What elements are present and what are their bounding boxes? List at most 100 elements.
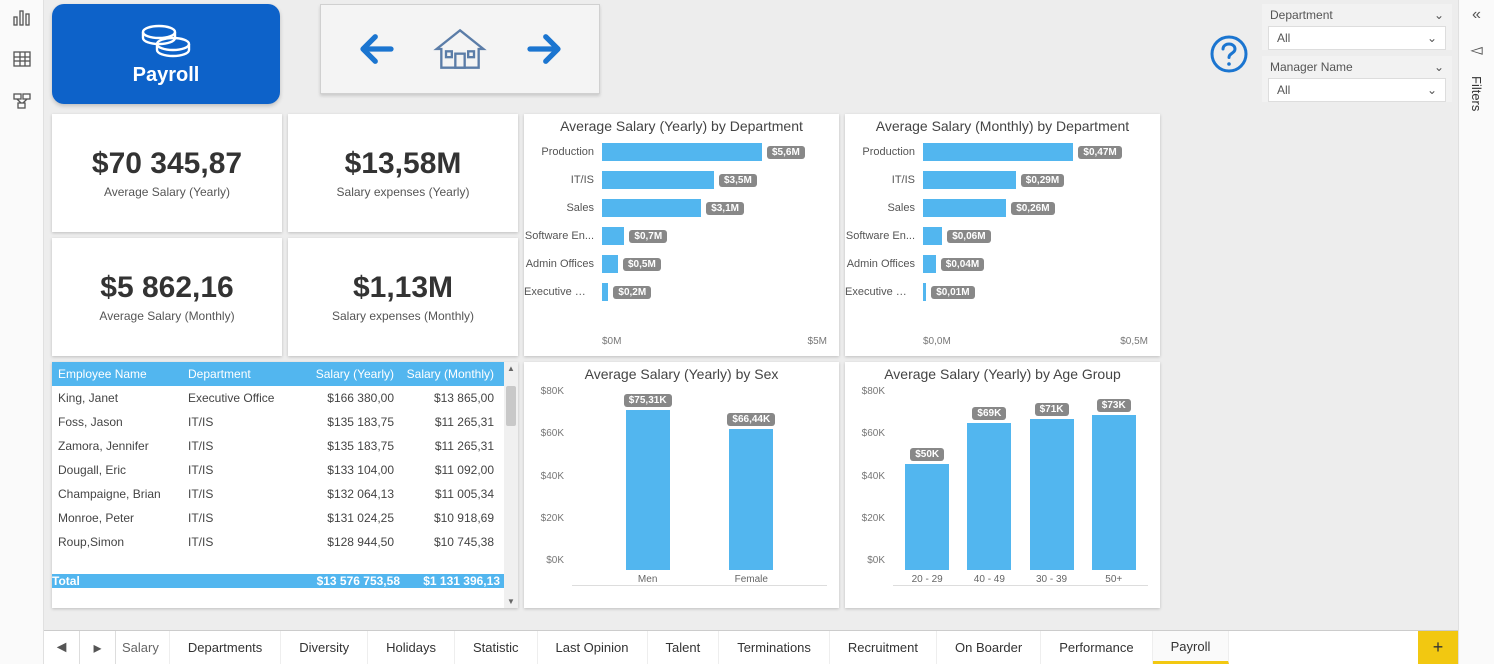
bar[interactable] (626, 410, 670, 570)
bar-value-label: $3,1M (706, 202, 744, 215)
bar-value-label: $0,26M (1011, 202, 1054, 215)
tab-recruitment[interactable]: Recruitment (830, 631, 937, 664)
collapse-icon[interactable]: « (1472, 6, 1481, 24)
bar-category-label: Executive Of... (524, 286, 598, 298)
chart-avg-salary-yearly-dept[interactable]: Average Salary (Yearly) by Department Pr… (524, 114, 839, 356)
bar-value-label: $75,31K (624, 394, 672, 407)
tab-last-opinion[interactable]: Last Opinion (538, 631, 648, 664)
bar[interactable] (923, 143, 1073, 161)
bar[interactable] (1030, 419, 1074, 570)
nav-forward-icon[interactable] (523, 28, 565, 70)
tab-salary[interactable]: Salary (116, 631, 170, 664)
bar[interactable] (1092, 415, 1136, 570)
bar[interactable] (923, 255, 936, 273)
bar[interactable] (967, 423, 1011, 570)
tab-scroll-right[interactable]: ▸ (80, 631, 116, 664)
table-row[interactable]: Roup,SimonIT/IS$128 944,50$10 745,38 (52, 530, 504, 554)
report-view-icon[interactable] (11, 6, 33, 28)
bar[interactable] (729, 429, 773, 570)
bar-value-label: $69K (972, 407, 1006, 420)
kpi-salary-expenses-yearly[interactable]: $13,58MSalary expenses (Yearly) (288, 114, 518, 232)
kpi-salary-expenses-monthly[interactable]: $1,13MSalary expenses (Monthly) (288, 238, 518, 356)
chart-avg-salary-monthly-dept[interactable]: Average Salary (Monthly) by Department P… (845, 114, 1160, 356)
bar-category-label: Software En... (524, 230, 598, 242)
bar[interactable] (923, 227, 942, 245)
table-total-row: Total $13 576 753,58 $1 131 396,13 (52, 574, 504, 588)
table-header: Employee Name Department Salary (Yearly)… (52, 362, 504, 386)
chevron-down-icon: ⌄ (1434, 60, 1444, 74)
bar[interactable] (602, 227, 624, 245)
bar-category-label: Sales (845, 202, 919, 214)
payroll-tile[interactable]: Payroll (52, 4, 280, 104)
tab-performance[interactable]: Performance (1041, 631, 1152, 664)
tab-terminations[interactable]: Terminations (719, 631, 830, 664)
table-scrollbar[interactable]: ▲ ▼ (504, 362, 518, 608)
nav-arrow-icon[interactable]: ◅ (1470, 40, 1482, 60)
bar-value-label: $50K (910, 448, 944, 461)
table-row[interactable]: Monroe, PeterIT/IS$131 024,25$10 918,69 (52, 506, 504, 530)
payroll-title: Payroll (133, 64, 200, 87)
department-slicer[interactable]: Department⌄ All⌄ (1262, 4, 1452, 50)
bar-category-label: Admin Offices (845, 258, 919, 270)
nav-back-icon[interactable] (356, 28, 398, 70)
employee-salary-table[interactable]: Employee Name Department Salary (Yearly)… (52, 362, 518, 608)
bar-category-label: Men (638, 574, 657, 585)
kpi-grid: $70 345,87Average Salary (Yearly) $13,58… (52, 114, 518, 356)
filters-rail[interactable]: « ◅ Filters (1458, 0, 1494, 664)
kpi-avg-salary-yearly[interactable]: $70 345,87Average Salary (Yearly) (52, 114, 282, 232)
manager-slicer-label: Manager Name (1270, 60, 1353, 74)
slicer-panel: Department⌄ All⌄ Manager Name ⌄ All ⌄ (1262, 4, 1452, 108)
bar-value-label: $0,47M (1078, 146, 1121, 159)
tab-holidays[interactable]: Holidays (368, 631, 455, 664)
table-row[interactable]: Champaigne, BrianIT/IS$132 064,13$11 005… (52, 482, 504, 506)
bar[interactable] (602, 283, 608, 301)
bar-value-label: $0,2M (613, 286, 651, 299)
table-row[interactable]: Foss, JasonIT/IS$135 183,75$11 265,31 (52, 410, 504, 434)
bar-value-label: $0,04M (941, 258, 984, 271)
bar[interactable] (602, 171, 714, 189)
bar-category-label: 30 - 39 (1036, 574, 1067, 585)
add-page-button[interactable]: + (1418, 631, 1458, 664)
bar[interactable] (923, 171, 1016, 189)
bar[interactable] (602, 143, 762, 161)
tab-payroll[interactable]: Payroll (1153, 631, 1230, 664)
chevron-down-icon[interactable]: ⌄ (1427, 31, 1437, 45)
bar[interactable] (923, 199, 1006, 217)
manager-slicer[interactable]: Manager Name ⌄ All ⌄ (1262, 56, 1452, 102)
bar-category-label: Production (524, 146, 598, 158)
bar-value-label: $0,5M (623, 258, 661, 271)
tab-on-boarder[interactable]: On Boarder (937, 631, 1041, 664)
manager-slicer-value: All (1277, 83, 1290, 97)
bar[interactable] (923, 283, 926, 301)
table-row[interactable]: King, JanetExecutive Office$166 380,00$1… (52, 386, 504, 410)
table-row[interactable]: Zamora, JenniferIT/IS$135 183,75$11 265,… (52, 434, 504, 458)
nav-box (320, 4, 600, 94)
help-icon[interactable] (1208, 33, 1250, 75)
bar[interactable] (602, 199, 701, 217)
bar-category-label: 40 - 49 (974, 574, 1005, 585)
tab-statistic[interactable]: Statistic (455, 631, 538, 664)
bar[interactable] (602, 255, 618, 273)
table-row[interactable]: Dougall, EricIT/IS$133 104,00$11 092,00 (52, 458, 504, 482)
bar-category-label: IT/IS (524, 174, 598, 186)
bar-value-label: $66,44K (727, 413, 775, 426)
nav-home-icon[interactable] (432, 25, 488, 73)
bar-category-label: IT/IS (845, 174, 919, 186)
bar-category-label: Software En... (845, 230, 919, 242)
data-view-icon[interactable] (11, 48, 33, 70)
chart-avg-salary-sex[interactable]: Average Salary (Yearly) by Sex $80K$60K$… (524, 362, 839, 608)
tab-departments[interactable]: Departments (170, 631, 281, 664)
kpi-avg-salary-monthly[interactable]: $5 862,16Average Salary (Monthly) (52, 238, 282, 356)
bar-category-label: 20 - 29 (912, 574, 943, 585)
bar-value-label: $0,7M (629, 230, 667, 243)
chevron-down-icon[interactable]: ⌄ (1427, 83, 1437, 97)
coins-icon (137, 22, 195, 60)
tab-talent[interactable]: Talent (648, 631, 720, 664)
tab-diversity[interactable]: Diversity (281, 631, 368, 664)
page-tabs: ◄ ▸ SalaryDepartmentsDiversityHolidaysSt… (44, 630, 1458, 664)
chart-avg-salary-age[interactable]: Average Salary (Yearly) by Age Group $80… (845, 362, 1160, 608)
model-view-icon[interactable] (11, 90, 33, 112)
bar[interactable] (905, 464, 949, 570)
bar-category-label: Female (735, 574, 768, 585)
tab-scroll-left[interactable]: ◄ (44, 631, 80, 664)
